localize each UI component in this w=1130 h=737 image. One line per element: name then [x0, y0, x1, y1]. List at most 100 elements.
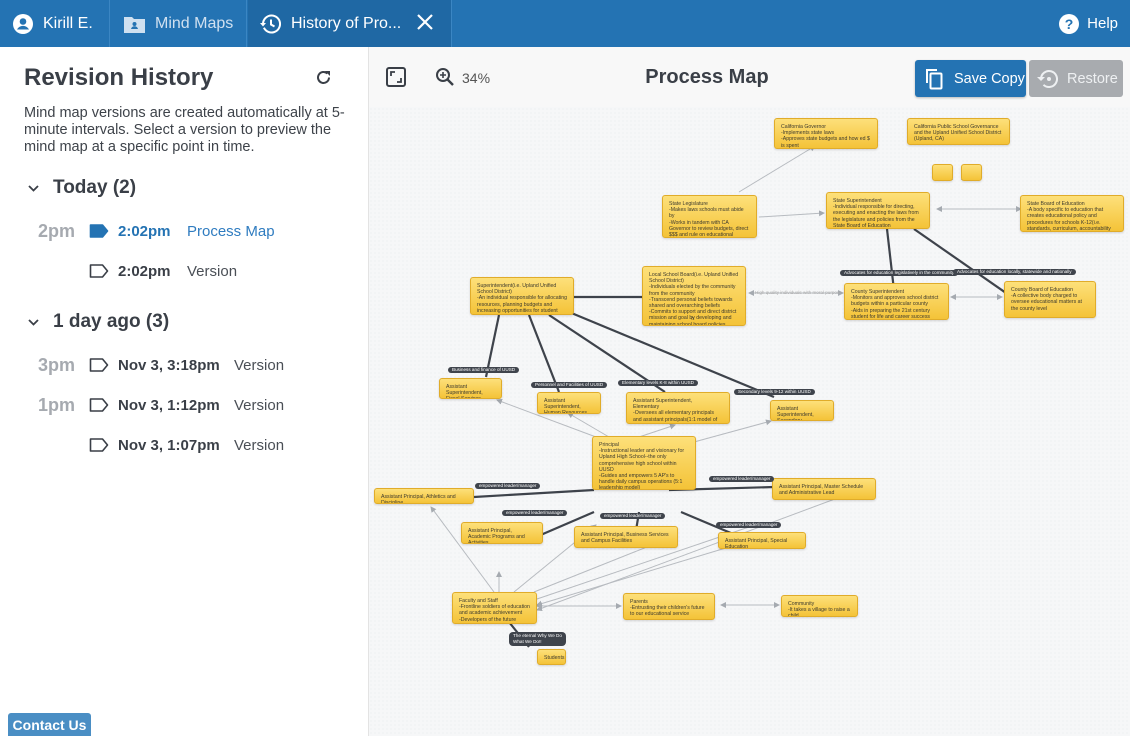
- panel-description: Mind map versions are created automatica…: [24, 105, 345, 155]
- version-time: 2:02pm: [118, 222, 171, 240]
- version-label: Process Map: [187, 222, 275, 240]
- edge-label: empowered leader/manager: [600, 513, 666, 519]
- node-ap-athletics[interactable]: Assistant Principal, Athletics and Disci…: [374, 488, 474, 504]
- collapse-caret-icon[interactable]: ^: [691, 317, 694, 324]
- group-label: 1 day ago (3): [53, 311, 170, 332]
- node-community[interactable]: Community -It takes a village to raise a…: [781, 595, 858, 617]
- edge-label: Personnel and Facilities of UUSD: [531, 382, 608, 388]
- revision-history-panel: Revision History Mind map versions are c…: [0, 47, 369, 736]
- edge-label: empowered leader/manager: [475, 483, 541, 489]
- edge-label: Business and finance of UUSD: [448, 367, 520, 373]
- node-root-governance[interactable]: California Public School Governance and …: [907, 118, 1010, 145]
- edge: [693, 419, 772, 443]
- chevron-down-icon: [28, 318, 39, 326]
- node-district-superintendent[interactable]: Superintendent(i.e. Upland Unified Schoo…: [470, 277, 574, 315]
- node-county-superintendent[interactable]: County Superintendent -Monitors and appr…: [844, 283, 949, 320]
- shared-folder-icon: [124, 15, 145, 33]
- hour-label: 1pm: [38, 394, 76, 415]
- edge-label: High quality individuals with moral purp…: [755, 290, 842, 295]
- node-ap-special-education[interactable]: Assistant Principal, Special Education: [718, 532, 806, 549]
- edge-label: empowered leader/manager: [502, 510, 568, 516]
- edge-label: empowered leader/manager: [709, 476, 775, 482]
- version-row[interactable]: 1pm Nov 3, 1:12pm Version: [0, 392, 369, 418]
- help-icon: ?: [1059, 13, 1080, 34]
- close-tab-icon[interactable]: [416, 13, 434, 36]
- version-label: Version: [234, 396, 285, 414]
- node-empty-child[interactable]: [932, 164, 953, 181]
- restore-label: Restore: [1067, 70, 1118, 87]
- mind-maps-label: Mind Maps: [155, 14, 234, 32]
- node-california-governor[interactable]: California Governor -Implements state la…: [774, 118, 878, 149]
- mind-map: California Governor -Implements state la…: [369, 47, 1130, 736]
- node-ap-master-schedule[interactable]: Assistant Principal, Master Schedule and…: [772, 478, 876, 500]
- node-ap-business-services[interactable]: Assistant Principal, Business Services a…: [574, 526, 678, 548]
- node-state-legislature[interactable]: State Legislature -Makes laws schools mu…: [662, 195, 757, 238]
- node-students[interactable]: Students: [537, 649, 566, 665]
- edge-label: Elementary levels K-8 within UUSD: [618, 380, 698, 386]
- node-asst-supt-hr[interactable]: Assistant Superintendent, Human Resource…: [537, 392, 601, 414]
- edge: [738, 145, 816, 193]
- node-asst-supt-elementary[interactable]: Assistant Superintendent, Elementary -Ov…: [626, 392, 730, 424]
- restore-button[interactable]: Restore: [1029, 60, 1123, 97]
- node-faculty-and-staff[interactable]: Faculty and Staff -Frontline soldiers of…: [452, 592, 537, 624]
- label-tag-icon: [89, 358, 109, 372]
- edge: [536, 489, 860, 612]
- version-label: Version: [187, 262, 238, 280]
- map-toolbar: 34% Process Map Save Copy Restore: [369, 47, 1130, 107]
- edge: [758, 210, 825, 218]
- node-state-superintendent[interactable]: State Superintendent -Individual respons…: [826, 192, 930, 229]
- edge: [430, 506, 495, 593]
- edge: [473, 488, 595, 499]
- edge-label: Advocates for education locally, statewi…: [953, 269, 1076, 275]
- node-empty-child[interactable]: [961, 164, 982, 181]
- version-row[interactable]: 3pm Nov 3, 3:18pm Version: [0, 352, 369, 378]
- version-label: Version: [234, 436, 285, 454]
- mind-maps-tab[interactable]: Mind Maps: [111, 0, 247, 47]
- group-today-header[interactable]: Today (2): [28, 177, 136, 199]
- node-ap-academic-programs[interactable]: Assistant Principal, Academic Programs a…: [461, 522, 543, 544]
- save-copy-label: Save Copy: [954, 70, 1025, 87]
- version-row[interactable]: Nov 3, 1:07pm Version: [0, 432, 369, 458]
- node-state-board-of-education[interactable]: State Board of Education -A body specifi…: [1020, 195, 1124, 232]
- refresh-icon[interactable]: [314, 68, 333, 92]
- contact-us-button[interactable]: Contact Us: [8, 713, 91, 736]
- node-asst-supt-fiscal[interactable]: Assistant Superintendent, Fiscal Service…: [439, 378, 502, 399]
- save-copy-button[interactable]: Save Copy: [915, 60, 1026, 97]
- edge: [567, 412, 610, 438]
- version-time: 2:02pm: [118, 262, 171, 280]
- top-bar: Kirill E. Mind Maps History of Pro... ? …: [0, 0, 1130, 47]
- edge: [527, 314, 561, 393]
- edge-label: Secondary levels 9-12 within UUSD: [734, 389, 815, 395]
- hour-label: 2pm: [38, 220, 76, 241]
- hour-label: 3pm: [38, 354, 76, 375]
- version-row[interactable]: 2:02pm Version: [0, 258, 369, 284]
- label-tag-icon: [89, 264, 109, 278]
- version-time: Nov 3, 1:12pm: [118, 396, 220, 414]
- history-tab[interactable]: History of Pro...: [248, 0, 452, 47]
- restore-icon: [1036, 69, 1058, 89]
- label-tag-icon-filled: [89, 224, 109, 238]
- version-time: Nov 3, 3:18pm: [118, 356, 220, 374]
- mind-map-canvas[interactable]: California Governor -Implements state la…: [369, 47, 1130, 736]
- label-tag-icon: [89, 438, 109, 452]
- version-label: Version: [234, 356, 285, 374]
- panel-title: Revision History: [24, 64, 214, 91]
- user-name: Kirill E.: [43, 14, 93, 32]
- node-principal[interactable]: Principal -Instructional leader and visi…: [592, 436, 696, 490]
- chevron-down-icon: [28, 184, 39, 192]
- group-label: Today (2): [53, 177, 137, 198]
- user-account-tab[interactable]: Kirill E.: [0, 0, 110, 47]
- history-tab-label: History of Pro...: [291, 14, 402, 32]
- node-county-board-of-education[interactable]: County Board of Education -A collective …: [1004, 281, 1096, 318]
- edge-label: Advocates for education legislatively in…: [840, 270, 959, 276]
- edge-label: empowered leader/manager: [716, 522, 782, 528]
- help-label: Help: [1087, 15, 1118, 32]
- group-1-day-ago-header[interactable]: 1 day ago (3): [28, 311, 169, 333]
- version-row[interactable]: 2pm 2:02pm Process Map: [0, 218, 369, 244]
- edge-label: The eternal Why We Do What We Do!!: [509, 632, 566, 646]
- help-button[interactable]: ? Help: [1059, 0, 1118, 47]
- svg-text:?: ?: [1065, 16, 1074, 32]
- node-parents[interactable]: Parents -Entrusting their children's fut…: [623, 593, 715, 620]
- node-asst-supt-secondary[interactable]: Assistant Superintendent, Secondary: [770, 400, 834, 421]
- user-avatar-icon: [13, 13, 33, 34]
